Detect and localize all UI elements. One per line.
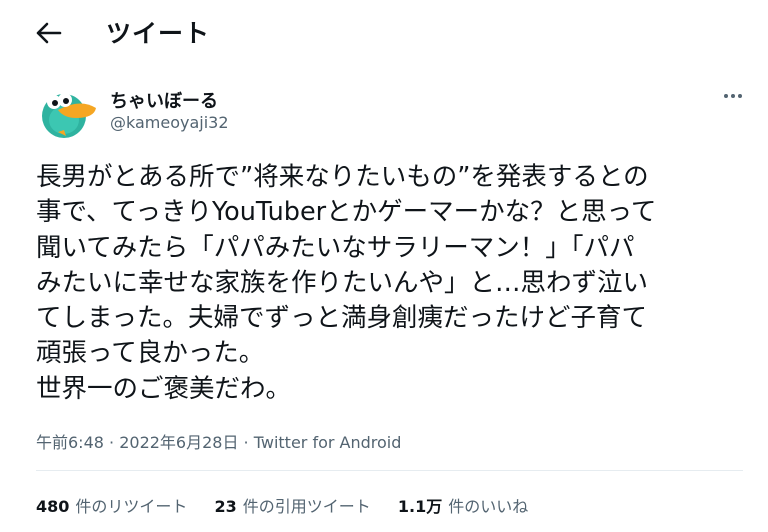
tweet-date[interactable]: 2022年6月28日 [119, 433, 238, 452]
tweet-line: 頑張って良かった。 [36, 338, 265, 369]
tweet-meta: 午前6:48 · 2022年6月28日 · Twitter for Androi… [36, 429, 401, 453]
like-count-link[interactable]: 1.1万 件のいいね [398, 493, 528, 517]
header: ツイート [0, 0, 768, 64]
tweet-text: 長男がとある所で”将来なりたいもの”を発表するとの 事で、てっきりYouTube… [36, 160, 741, 407]
retweet-count: 480 [36, 497, 70, 516]
page-title: ツイート [106, 19, 211, 48]
quote-count: 23 [214, 497, 237, 516]
author-handle[interactable]: @kameoyaji32 [110, 113, 229, 132]
tweet-line: 聞いてみたら「パパみたいなサラリーマン！」「パパ [36, 232, 635, 263]
author-display-name[interactable]: ちゃいぼーる [110, 87, 218, 113]
meta-separator: · [103, 433, 120, 452]
tweet-time[interactable]: 午前6:48 [36, 433, 104, 452]
retweet-label: 件のリツイート [75, 497, 188, 516]
tweet-line: 長男がとある所で”将来なりたいもの”を発表するとの [36, 162, 649, 192]
back-button[interactable] [34, 20, 64, 46]
retweet-count-link[interactable]: 480 件のリツイート [36, 493, 187, 517]
like-count: 1.1万 [397, 497, 443, 516]
avatar[interactable] [36, 80, 98, 142]
tweet-line: みたいに幸せな家族を作りたいんや」と…思わず泣い [36, 267, 649, 298]
arrow-left-icon [36, 22, 62, 44]
tweet-stats: 480 件のリツイート 23 件の引用ツイート 1.1万 件のいいね [36, 493, 550, 517]
more-button[interactable] [718, 84, 748, 108]
tweet-line: 世界一のご褒美だわ。 [36, 373, 292, 404]
platypus-avatar-icon [42, 93, 96, 138]
divider [36, 470, 743, 471]
tweet-source[interactable]: Twitter for Android [254, 433, 402, 452]
tweet-line: 事で、てっきりYouTuberとかゲーマーかな？と思って [36, 197, 657, 228]
more-dots-icon [724, 94, 742, 98]
like-label: 件のいいね [448, 497, 529, 516]
quote-label: 件の引用ツイート [242, 497, 371, 516]
tweet-line: てしまった。夫婦でずっと満身創痍だったけど子育て [36, 303, 647, 334]
meta-separator: · [238, 433, 254, 452]
quote-count-link[interactable]: 23 件の引用ツイート [215, 493, 371, 517]
